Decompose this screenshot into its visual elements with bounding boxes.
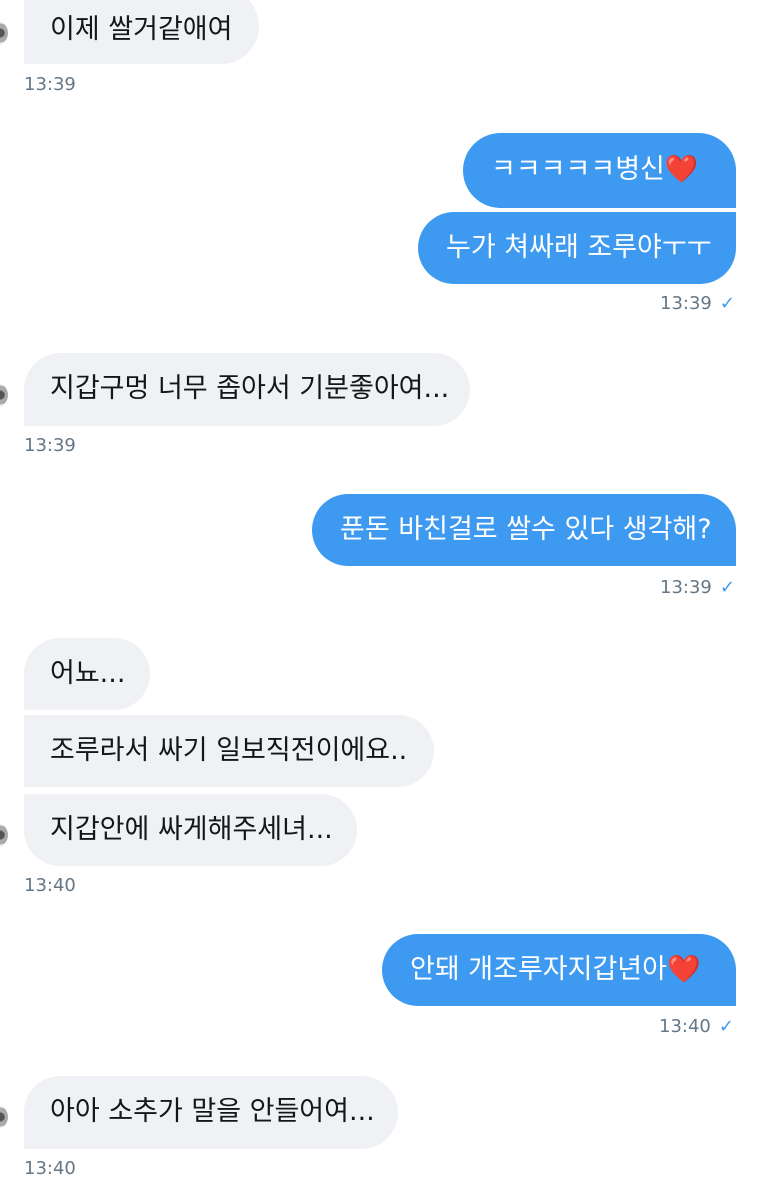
message-text: 아아 소추가 말을 안들어여... xyxy=(50,1096,375,1127)
message-timestamp: 13:39 xyxy=(24,74,76,95)
message-text: 이제 쌀거같애여 xyxy=(50,14,233,45)
incoming-message-bubble[interactable]: 아아 소추가 말을 안들어여... xyxy=(24,1076,398,1149)
message-text: 지갑안에 싸게해주세녀... xyxy=(50,814,333,845)
avatar[interactable] xyxy=(0,382,8,408)
sent-check-icon: ✓ xyxy=(719,577,735,598)
message-text: ㅋㅋㅋㅋㅋ병신 xyxy=(491,154,665,185)
heart-emoji-icon: ❤️ xyxy=(666,954,701,985)
message-timestamp: 13:39 ✓ xyxy=(660,293,735,314)
incoming-message-bubble[interactable]: 조루라서 싸기 일보직전이에요.. xyxy=(24,715,434,787)
message-timestamp: 13:40 ✓ xyxy=(659,1016,734,1037)
message-timestamp: 13:39 xyxy=(24,435,76,456)
sent-check-icon: ✓ xyxy=(718,1016,734,1037)
outgoing-message-bubble[interactable]: 누가 쳐싸래 조루야ㅜㅜ xyxy=(418,212,736,284)
outgoing-message-bubble[interactable]: ㅋㅋㅋㅋㅋ병신❤️ xyxy=(463,133,736,208)
incoming-message-bubble[interactable]: 지갑안에 싸게해주세녀... xyxy=(24,794,357,866)
heart-emoji-icon: ❤️ xyxy=(664,154,699,185)
message-timestamp: 13:39 ✓ xyxy=(660,577,735,598)
message-timestamp: 13:40 xyxy=(24,1158,76,1179)
outgoing-message-bubble[interactable]: 안돼 개조루자지갑년아❤️ xyxy=(382,934,736,1006)
avatar[interactable] xyxy=(0,1104,8,1130)
message-text: 어뇨... xyxy=(50,658,126,689)
message-text: 안돼 개조루자지갑년아 xyxy=(410,954,667,985)
incoming-message-bubble[interactable]: 어뇨... xyxy=(24,638,150,710)
avatar[interactable] xyxy=(0,822,8,848)
message-text: 누가 쳐싸래 조루야ㅜㅜ xyxy=(446,232,712,263)
avatar[interactable] xyxy=(0,20,8,46)
message-text: 지갑구멍 너무 좁아서 기분좋아여... xyxy=(50,373,450,404)
outgoing-message-bubble[interactable]: 푼돈 바친걸로 쌀수 있다 생각해? xyxy=(312,494,736,566)
sent-check-icon: ✓ xyxy=(719,293,735,314)
message-timestamp: 13:40 xyxy=(24,875,76,896)
message-text: 푼돈 바친걸로 쌀수 있다 생각해? xyxy=(340,514,712,545)
incoming-message-bubble[interactable]: 지갑구멍 너무 좁아서 기분좋아여... xyxy=(24,353,470,426)
message-text: 조루라서 싸기 일보직전이에요.. xyxy=(50,735,408,766)
incoming-message-bubble[interactable]: 이제 쌀거같애여 xyxy=(24,0,259,64)
